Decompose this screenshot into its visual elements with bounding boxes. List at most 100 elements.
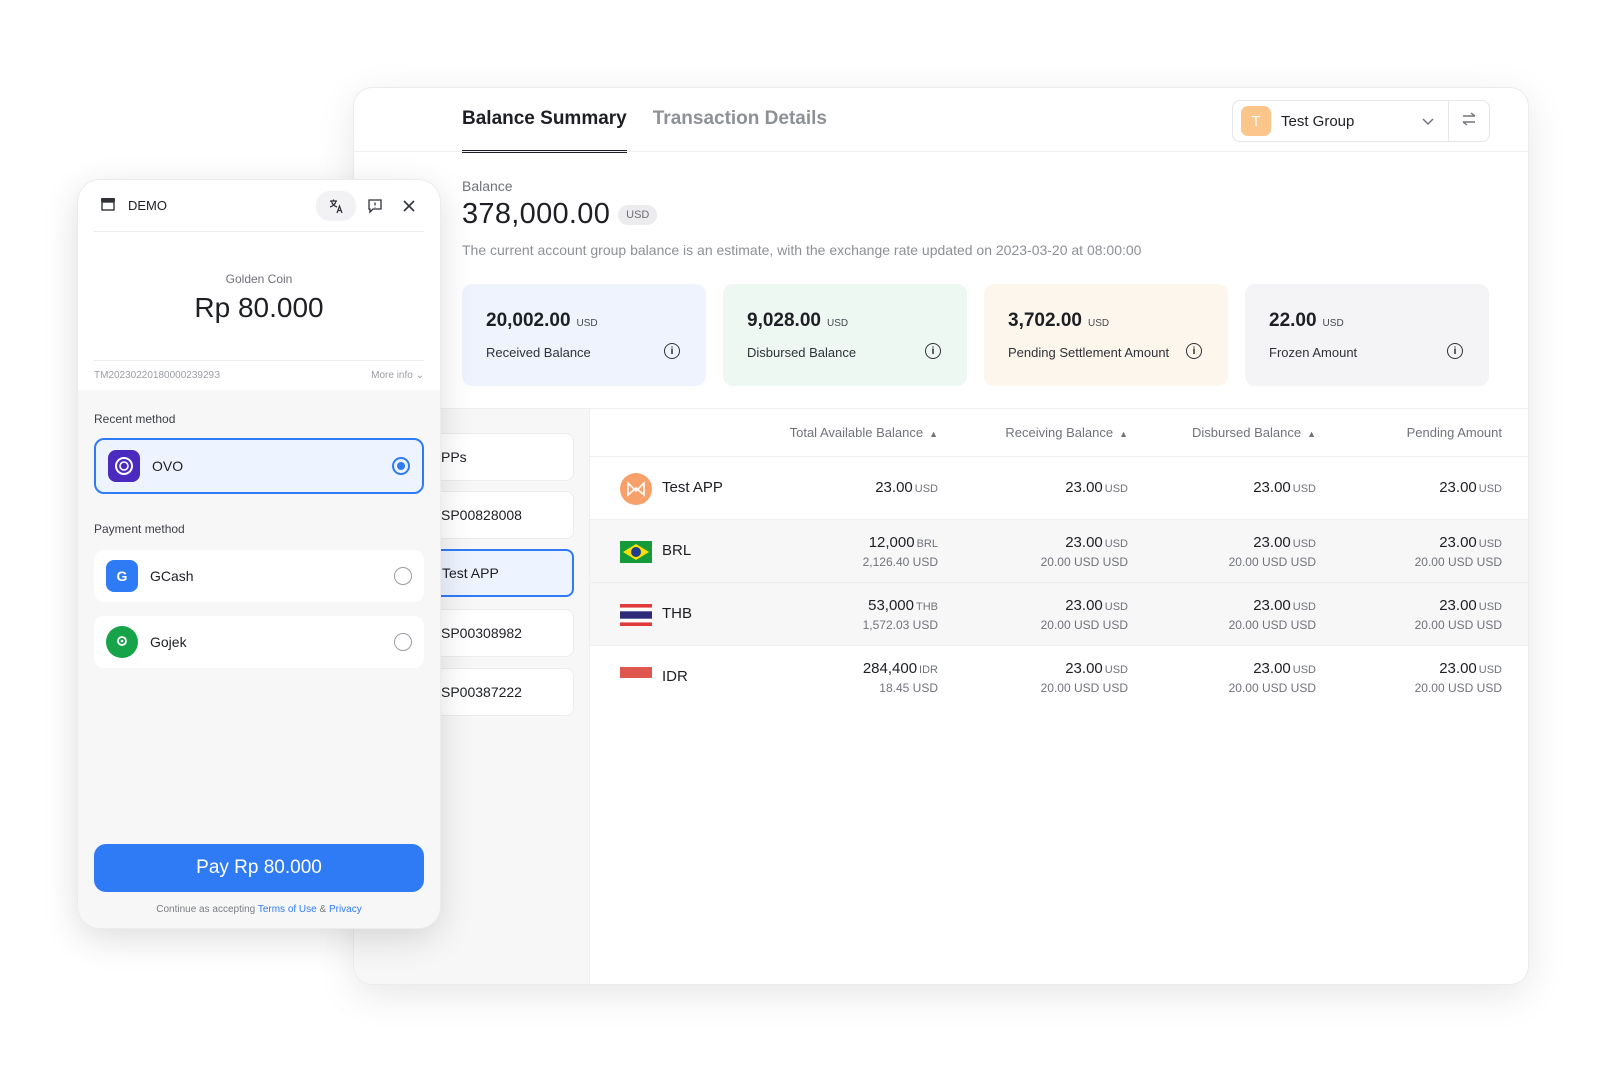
balance-cards: 20,002.00 USD Received Balance i 9,028.00… [462,284,1489,386]
table-row[interactable]: Test APP 23.00 USD 23.00 USD 23.00 USD 23.0… [590,457,1528,520]
card-value: 9,028.00 USD [747,310,849,331]
thailand-flag-icon [620,604,652,631]
card-value: 22.00 USD [1269,310,1344,331]
balance-amount: 378,000.00 [462,198,611,230]
checkout-header: DEMO [94,180,424,232]
cell-receiving: 23.00 USD 20.00 USD USD [1040,597,1128,632]
col-total-available[interactable]: Total Available Balance ▲ [790,425,938,440]
cell-disbursed: 23.00 USD 20.00 USD USD [1228,660,1316,695]
row-name: BRL [662,542,692,559]
cell-pending: 23.00 USD 20.00 USD USD [1414,534,1502,569]
card-label: Received Balance [486,345,591,360]
card-received-balance: 20,002.00 USD Received Balance i [462,284,706,386]
sort-icon: ▲ [1119,429,1128,439]
cell-disbursed: 23.00 USD 20.00 USD USD [1228,597,1316,632]
group-select[interactable]: T Test Group [1232,100,1490,142]
cell-total: 23.00 USD [875,479,938,496]
table-row[interactable]: THB 53,000 THB 1,572.03 USD 23.00 USD 20.00 … [590,583,1528,646]
store-icon [100,197,116,214]
info-icon[interactable]: i [925,343,941,359]
cell-pending: 23.00 USD 20.00 USD USD [1414,660,1502,695]
row-name: IDR [662,668,688,685]
card-disbursed-balance: 9,028.00 USD Disbursed Balance i [723,284,967,386]
info-icon[interactable]: i [664,343,680,359]
method-name: GCash [150,568,194,584]
cell-receiving: 23.00 USD [1065,479,1128,496]
cell-pending: 23.00 USD [1439,479,1502,496]
cell-total: 12,000 BRL 2,126.40 USD [862,534,938,569]
privacy-link[interactable]: Privacy [329,904,362,915]
card-label: Pending Settlement Amount [1008,345,1170,360]
table-row[interactable]: IDR 284,400 IDR 18.45 USD 23.00 USD 20.00 US… [590,646,1528,709]
terms-text: Continue as accepting Terms of Use & Pri… [156,904,362,915]
recent-method-label: Recent method [94,412,176,426]
close-icon[interactable] [394,191,424,221]
radio-selected[interactable] [392,457,410,475]
balance-table-area: PPs SP00828008 Test APP SP00308982 SP003… [354,408,1528,984]
store-name: DEMO [128,198,167,213]
balance-label: Balance [462,178,513,194]
balance-row: 378,000.00 USD [462,198,658,231]
feedback-icon[interactable] [360,191,390,221]
price-amount: Rp 80.000 [194,292,324,323]
order-id: TM2023022018000023929З [94,370,221,381]
sort-icon: ▲ [1307,429,1316,439]
cell-receiving: 23.00 USD 20.00 USD USD [1040,660,1128,695]
pay-button[interactable]: Pay Rp 80.000 [94,844,424,892]
card-label: Disbursed Balance [747,345,857,360]
table-header: Total Available Balance ▲ Receiving Balan… [590,409,1528,457]
info-icon[interactable]: i [1186,343,1202,359]
method-ovo-selected[interactable]: OVO [94,438,424,494]
method-gojek[interactable]: Gojek [94,616,424,668]
cell-receiving: 23.00 USD 20.00 USD USD [1040,534,1128,569]
card-pending-settlement: 3,702.00 USD Pending Settlement Amount i [984,284,1228,386]
col-pending-amount[interactable]: Pending Amount [1407,425,1502,440]
method-name: Gojek [150,634,187,650]
col-receiving-balance[interactable]: Receiving Balance ▲ [1005,425,1128,440]
switch-arrows-icon[interactable] [1449,111,1489,131]
radio-unselected[interactable] [394,633,412,651]
ovo-logo-icon [108,450,140,482]
cell-disbursed: 23.00 USD [1253,479,1316,496]
cell-total: 284,400 IDR 18.45 USD [862,660,938,695]
cell-disbursed: 23.00 USD 20.00 USD USD [1228,534,1316,569]
group-avatar: T [1241,106,1271,136]
brazil-flag-icon [620,541,652,568]
method-name: OVO [152,458,184,474]
product-name: Golden Coin [225,272,293,286]
col-disbursed-balance[interactable]: Disbursed Balance ▲ [1192,425,1316,440]
terms-link[interactable]: Terms of Use [258,904,317,915]
translate-icon[interactable] [316,190,356,221]
balance-currency-badge: USD [618,204,658,225]
tab-bar: Balance Summary Transaction Details [462,108,827,153]
method-gcash[interactable]: G GCash [94,550,424,602]
balance-note: The current account group balance is an … [462,242,1142,258]
indonesia-flag-icon [620,667,652,694]
cell-total: 53,000 THB 1,572.03 USD [862,597,938,632]
tabs-divider [354,151,1528,152]
gojek-logo-icon [106,626,138,658]
cell-pending: 23.00 USD 20.00 USD USD [1414,597,1502,632]
checkout-phone: DEMO Golden Coin Rp 80.000 TM20230220180… [78,180,440,928]
more-info-link[interactable]: More info ⌄ [371,370,424,381]
balance-dashboard-window: Balance Summary Transaction Details T Te… [354,88,1528,984]
card-value: 20,002.00 USD [486,310,598,331]
payment-method-label: Payment method [94,522,185,536]
order-id-bar: TM2023022018000023929З More info ⌄ [94,360,424,390]
sort-icon: ▲ [929,429,938,439]
app-logo-icon [620,473,652,510]
row-name: Test APP [662,479,723,496]
row-name: THB [662,605,692,622]
tab-transaction-details[interactable]: Transaction Details [653,108,827,153]
table-row[interactable]: BRL 12,000 BRL 2,126.40 USD 23.00 USD 20.00 … [590,520,1528,583]
card-value: 3,702.00 USD [1008,310,1110,331]
radio-unselected[interactable] [394,567,412,585]
tab-balance-summary[interactable]: Balance Summary [462,108,627,153]
info-icon[interactable]: i [1447,343,1463,359]
card-frozen-amount: 22.00 USD Frozen Amount i [1245,284,1489,386]
chevron-down-icon[interactable] [1407,101,1449,141]
group-name: Test Group [1281,112,1355,130]
chevron-down-icon: ⌄ [415,370,424,381]
gcash-logo-icon: G [106,560,138,592]
card-label: Frozen Amount [1269,345,1358,360]
